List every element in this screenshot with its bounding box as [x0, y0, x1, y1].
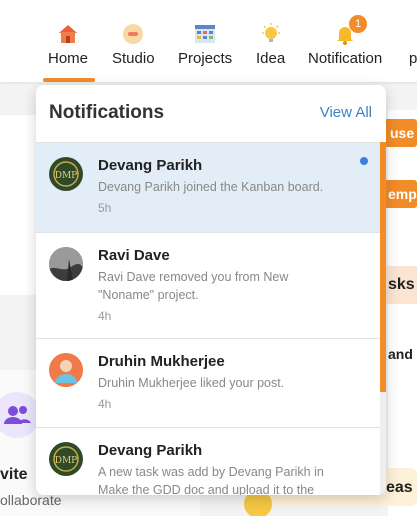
- notification-message: Ravi Dave removed you from New "Noname" …: [98, 270, 289, 302]
- invite-heading: vite: [0, 466, 28, 483]
- notification-item[interactable]: DMP Devang Parikh A new task was add by …: [36, 427, 386, 495]
- nav-projects[interactable]: Projects: [178, 22, 232, 67]
- notification-count-badge: 1: [349, 15, 368, 33]
- notification-sender: Ravi Dave: [98, 247, 170, 264]
- top-nav: Home Studio Projects Idea 1 Notification…: [0, 0, 417, 82]
- nav-home-label: Home: [48, 50, 89, 67]
- studio-icon: [121, 22, 145, 46]
- notifications-header: Notifications View All: [36, 85, 386, 141]
- view-all-link[interactable]: View All: [320, 104, 372, 121]
- home-icon: [56, 22, 80, 46]
- nav-overflow-item[interactable]: p: [409, 50, 417, 67]
- notification-sender: Devang Parikh: [98, 442, 203, 459]
- bell-icon: 1: [333, 15, 368, 46]
- notifications-panel: Notifications View All DMP Devang Parikh…: [36, 85, 386, 495]
- notification-sender: Druhin Mukherjee: [98, 353, 225, 370]
- svg-text:DMP: DMP: [55, 456, 78, 466]
- notification-list: DMP Devang Parikh Devang Parikh joined t…: [36, 142, 386, 495]
- notification-item[interactable]: Druhin Mukherjee Druhin Mukherjee liked …: [36, 338, 386, 427]
- nav-idea-label: Idea: [256, 50, 286, 67]
- nav-home[interactable]: Home: [48, 22, 88, 67]
- use-template-button[interactable]: use: [384, 119, 417, 147]
- ideas-heading: eas: [386, 479, 413, 496]
- notification-item[interactable]: Ravi Dave Ravi Dave removed you from New…: [36, 232, 386, 338]
- nav-notification-label: Notification: [308, 50, 383, 67]
- tasks-heading: sks: [388, 276, 415, 293]
- template-button[interactable]: emp: [384, 180, 417, 208]
- notifications-title: Notifications: [49, 102, 165, 123]
- dmp-avatar: DMP: [49, 157, 83, 191]
- nav-notification[interactable]: 1 Notification: [308, 15, 383, 67]
- invite-avatar: [0, 392, 40, 438]
- unread-dot: [360, 157, 368, 165]
- and-text: and: [388, 346, 413, 362]
- group-icon: [4, 406, 31, 424]
- notification-message: Druhin Mukherjee liked your post.: [98, 376, 285, 390]
- notification-time: 5h: [98, 201, 112, 215]
- person-avatar: [49, 353, 83, 387]
- right-column: [388, 110, 417, 516]
- nav-idea[interactable]: Idea: [256, 22, 285, 67]
- nav-active-indicator: [43, 78, 95, 82]
- bulb-icon: [259, 22, 283, 46]
- svg-text:DMP: DMP: [55, 171, 78, 181]
- notification-time: 4h: [98, 309, 112, 323]
- notification-message: Devang Parikh joined the Kanban board.: [98, 180, 324, 194]
- left-card: [0, 115, 40, 295]
- nav-studio-label: Studio: [112, 50, 155, 67]
- user-photo-avatar: [49, 247, 83, 281]
- notification-sender: Devang Parikh: [98, 157, 203, 174]
- projects-icon: [193, 22, 217, 46]
- notification-message: A new task was add by Devang Parikh in M…: [98, 465, 324, 495]
- nav-projects-label: Projects: [178, 50, 233, 67]
- scrollbar-thumb[interactable]: [380, 142, 386, 392]
- notification-time: 4h: [98, 397, 112, 411]
- dmp-avatar: DMP: [49, 442, 83, 476]
- nav-studio[interactable]: Studio: [112, 22, 155, 67]
- notification-item[interactable]: DMP Devang Parikh Devang Parikh joined t…: [36, 142, 386, 232]
